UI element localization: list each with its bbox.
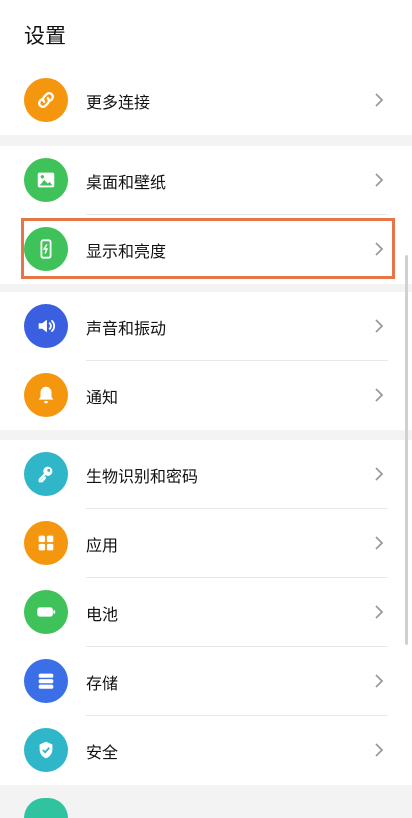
settings-item-storage[interactable]: 存储 (0, 647, 412, 716)
sound-icon (24, 304, 68, 348)
settings-group-connections: 更多连接 (0, 66, 412, 135)
settings-item-label: 更多连接 (86, 93, 151, 112)
settings-item-sound-vibration[interactable]: 声音和振动 (0, 292, 412, 361)
chevron-right-icon (375, 605, 384, 619)
chevron-right-icon (375, 743, 384, 757)
chevron-right-icon (375, 536, 384, 550)
shield-icon (24, 728, 68, 772)
settings-item-more-connections[interactable]: 更多连接 (0, 66, 412, 135)
chevron-right-icon (375, 388, 384, 402)
settings-item-battery[interactable]: 电池 (0, 578, 412, 647)
settings-item-security[interactable]: 安全 (0, 716, 412, 785)
link-icon (24, 78, 68, 122)
settings-item-label: 桌面和壁纸 (86, 173, 167, 192)
settings-item-notifications[interactable]: 通知 (0, 361, 412, 430)
chevron-right-icon (375, 319, 384, 333)
storage-icon (24, 659, 68, 703)
settings-item-label: 安全 (86, 743, 119, 762)
settings-item-apps[interactable]: 应用 (0, 509, 412, 578)
key-icon (24, 452, 68, 496)
settings-item-label: 存储 (86, 674, 119, 693)
page-title: 设置 (24, 24, 66, 48)
settings-group-sound: 声音和振动 通知 (0, 292, 412, 430)
chevron-right-icon (375, 173, 384, 187)
highlight-box (21, 218, 395, 279)
bell-icon (24, 373, 68, 417)
settings-item-label: 通知 (86, 388, 119, 407)
settings-item-label: 生物识别和密码 (86, 467, 199, 486)
chevron-right-icon (375, 674, 384, 688)
scrollbar[interactable] (405, 255, 408, 645)
chevron-right-icon (375, 93, 384, 107)
settings-item-label: 声音和振动 (86, 319, 167, 338)
settings-item-wallpaper[interactable]: 桌面和壁纸 (0, 146, 412, 215)
apps-icon (24, 521, 68, 565)
settings-item-label: 应用 (86, 536, 119, 555)
settings-item-label: 电池 (86, 605, 119, 624)
battery-icon (24, 590, 68, 634)
wallpaper-icon (24, 158, 68, 202)
settings-item-biometrics-password[interactable]: 生物识别和密码 (0, 440, 412, 509)
chevron-right-icon (375, 467, 384, 481)
settings-group-system: 生物识别和密码 应用 电池 存储 安全 (0, 440, 412, 785)
next-item-icon-partial (24, 798, 68, 818)
header: 设置 (0, 0, 412, 66)
